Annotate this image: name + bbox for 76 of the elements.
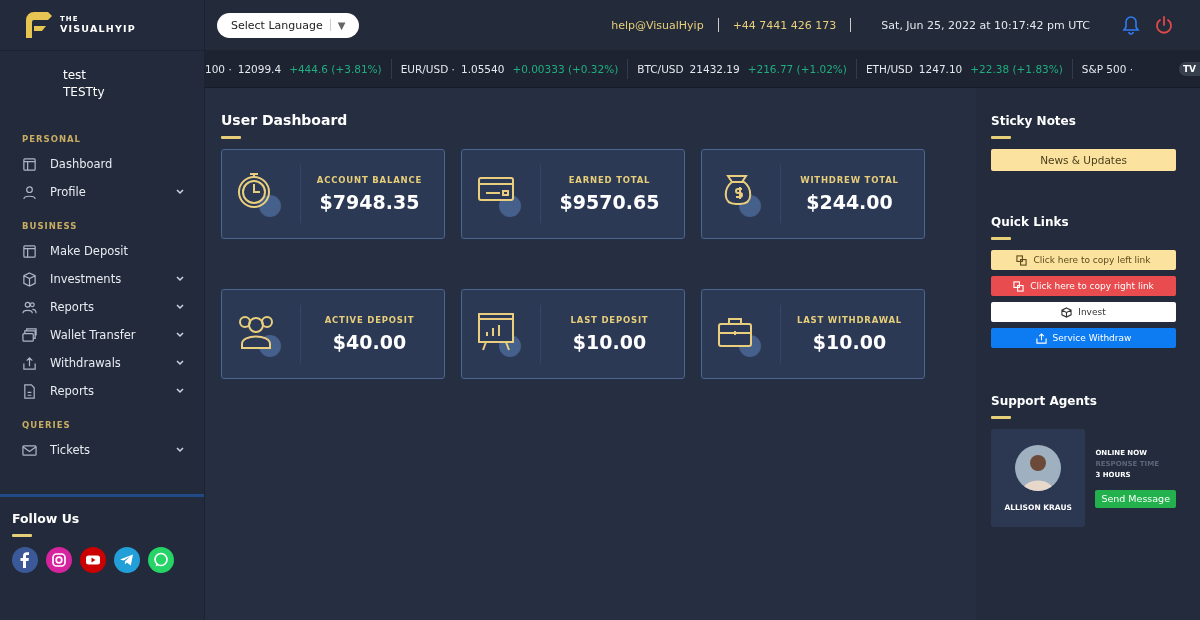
user-icon (22, 184, 37, 200)
news-button[interactable]: News & Updates (991, 149, 1176, 171)
user-name: TESTty (63, 84, 106, 101)
ticker-price: 1247.10 (918, 62, 963, 75)
facebook-icon[interactable] (12, 547, 38, 573)
stat-value: $10.00 (812, 331, 887, 353)
upload-icon (22, 355, 37, 371)
page-title: User Dashboard (221, 112, 349, 128)
sidebar-item[interactable]: Wallet Transfer (22, 321, 184, 349)
ticker-change: +22.38 (+1.83%) (970, 62, 1063, 75)
section-title: Support Agents (991, 394, 1098, 408)
stat-label: WITHDREW TOTAL (800, 175, 899, 185)
follow-title: Follow Us (12, 511, 81, 526)
quick-link-button[interactable]: Click here to copy left link (991, 250, 1176, 270)
stat-value: $10.00 (572, 331, 647, 353)
sidebar-item[interactable]: Withdrawals (22, 349, 184, 377)
upload-icon (1035, 332, 1047, 344)
instagram-icon[interactable] (46, 547, 72, 573)
copy-icon (1016, 254, 1028, 266)
section-heading: BUSINESS (22, 221, 79, 231)
quick-link-button[interactable]: Invest (991, 302, 1176, 322)
ticker-symbol: ETH/USD (865, 62, 913, 75)
section-heading: QUERIES (22, 420, 72, 430)
ticker-symbol: S&P 500 · (1081, 62, 1134, 75)
phone-number: +44 7441 426 173 (732, 18, 837, 32)
layout-icon (22, 243, 37, 259)
file-icon (22, 383, 37, 399)
youtube-icon[interactable] (80, 547, 106, 573)
section-title: Sticky Notes (991, 114, 1077, 128)
section-heading: PERSONAL (22, 134, 83, 144)
stat-label: LAST WITHDRAWAL (796, 315, 903, 325)
ticker-symbol: BTC/USD (637, 62, 684, 75)
ticker-symbol: EUR/USD · (400, 62, 455, 75)
ticker-change: +444.6 (+3.81%) (289, 62, 382, 75)
telegram-icon[interactable] (114, 547, 140, 573)
date-time: Sat, Jun 25, 2022 at 10:17:42 pm UTC (881, 18, 1090, 32)
stat-value: $244.00 (806, 191, 893, 213)
stat-value: $9570.65 (559, 191, 660, 213)
ticker-change: +0.00333 (+0.32%) (512, 62, 619, 75)
ticker-price: 12099.4 (237, 62, 282, 75)
email-link[interactable]: help@VisualHyip (611, 18, 704, 32)
brand-name: VISUALHYIP (60, 23, 136, 35)
mail-icon (22, 442, 37, 458)
ticker-price: 1.05540 (460, 62, 505, 75)
sidebar-item[interactable]: Investments (22, 265, 184, 293)
stat-label: ACTIVE DEPOSIT (324, 315, 415, 325)
wallet-icon (22, 327, 37, 343)
stat-label: EARNED TOTAL (568, 175, 651, 185)
sidebar-item[interactable]: Make Deposit (22, 237, 184, 265)
power-icon[interactable] (1154, 15, 1174, 35)
box-icon (1061, 306, 1073, 318)
sidebar-item[interactable]: Tickets (22, 436, 184, 464)
layout-icon (22, 156, 37, 172)
caret-icon: ▼ (337, 19, 346, 31)
ticker-change: +216.77 (+1.02%) (747, 62, 847, 75)
ticker-symbol: 100 · (205, 62, 232, 75)
copy-icon (1013, 280, 1025, 292)
box-icon (22, 271, 37, 287)
bell-icon[interactable] (1122, 15, 1140, 35)
tradingview-badge[interactable]: TV (1178, 61, 1200, 76)
sidebar-item[interactable]: Dashboard (22, 150, 184, 178)
ticker-price: 21432.19 (689, 62, 740, 75)
stat-label: LAST DEPOSIT (570, 315, 649, 325)
users-icon (22, 299, 37, 315)
sidebar-item[interactable]: Profile (22, 178, 184, 206)
sidebar-item[interactable]: Reports (22, 293, 184, 321)
stat-label: ACCOUNT BALANCE (316, 175, 423, 185)
language-select[interactable]: Select Language ▼ (217, 12, 360, 38)
user-name: test (63, 67, 88, 84)
section-title: Quick Links (991, 215, 1070, 229)
sidebar-item[interactable]: Reports (22, 377, 184, 405)
stat-value: $40.00 (332, 331, 407, 353)
quick-link-button[interactable]: Service Withdraw (991, 328, 1176, 348)
quick-link-button[interactable]: Click here to copy right link (991, 276, 1176, 296)
stat-value: $7948.35 (319, 191, 420, 213)
whatsapp-icon[interactable] (148, 547, 174, 573)
